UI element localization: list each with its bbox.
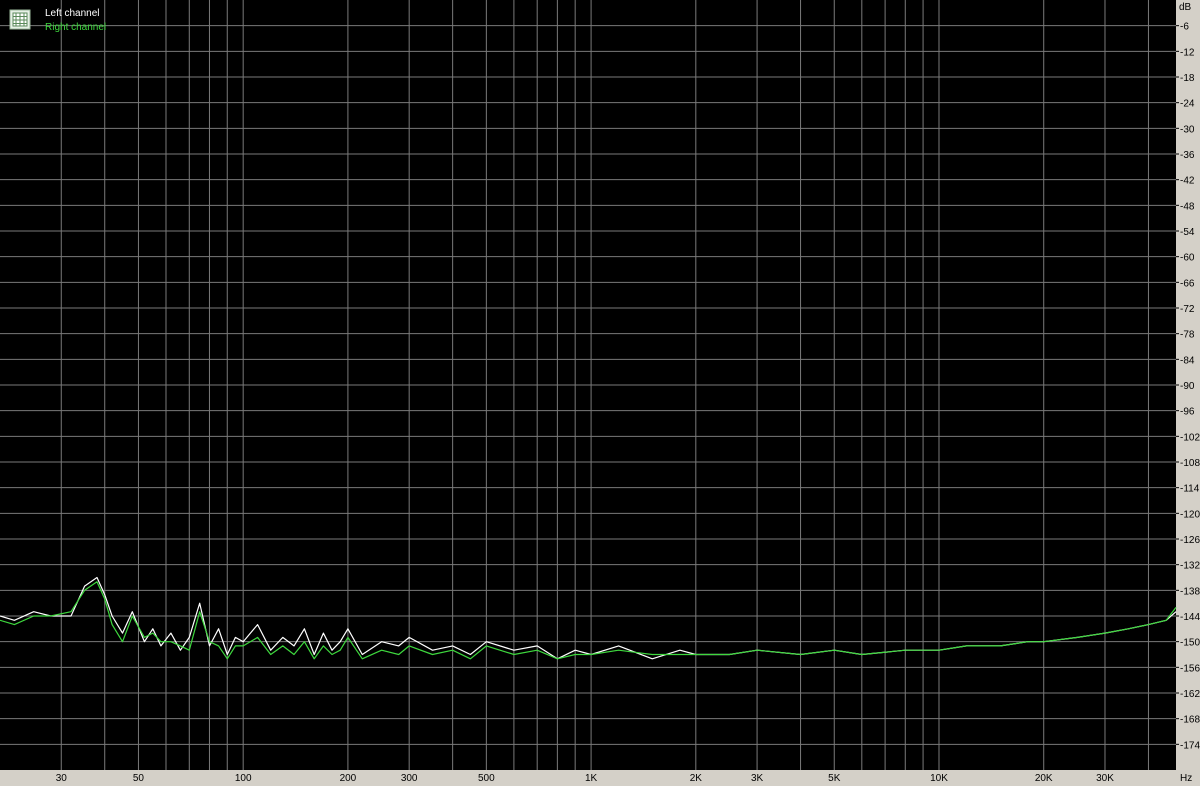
y-tick-label: -84 (1180, 355, 1195, 366)
x-tick-label: 200 (340, 773, 357, 784)
y-tick-label: -54 (1180, 227, 1195, 238)
y-tick-label: -18 (1180, 73, 1195, 84)
x-tick-label: 500 (478, 773, 495, 784)
x-tick-label: 20K (1035, 773, 1053, 784)
y-tick-label: -36 (1180, 150, 1195, 161)
y-tick-label: -102 (1180, 432, 1200, 443)
y-tick-label: -72 (1180, 304, 1195, 315)
y-tick-label: -162 (1180, 689, 1200, 700)
x-tick-label: 5K (828, 773, 841, 784)
y-tick-label: -174 (1180, 740, 1200, 751)
y-tick-label: -114 (1180, 484, 1200, 495)
y-tick-label: -144 (1180, 612, 1200, 623)
legend-icon[interactable] (9, 9, 31, 30)
y-tick-label: -138 (1180, 586, 1200, 597)
y-tick-label: -108 (1180, 458, 1200, 469)
y-tick-label: -156 (1180, 663, 1200, 674)
spectrum-chart: { "chart_data": { "type": "line", "xscal… (0, 0, 1200, 786)
y-tick-label: -132 (1180, 561, 1200, 572)
y-tick-label: -42 (1180, 176, 1195, 187)
y-tick-label: -78 (1180, 330, 1195, 341)
legend-entry-left-channel: Left channel (45, 8, 100, 19)
x-tick-label: 300 (401, 773, 418, 784)
x-tick-label: 10K (930, 773, 948, 784)
y-tick-label: -90 (1180, 381, 1195, 392)
x-tick-label: 100 (235, 773, 252, 784)
x-unit-label: Hz (1180, 773, 1192, 784)
y-tick-label: -150 (1180, 638, 1200, 649)
y-tick-label: -30 (1180, 124, 1195, 135)
x-tick-label: 30K (1096, 773, 1114, 784)
x-tick-label: 50 (133, 773, 145, 784)
y-tick-label: -24 (1180, 99, 1195, 110)
y-unit-label: dB (1179, 2, 1192, 13)
y-tick-label: -60 (1180, 253, 1195, 264)
y-tick-label: -168 (1180, 715, 1200, 726)
y-tick-label: -96 (1180, 407, 1195, 418)
y-tick-label: -48 (1180, 201, 1195, 212)
x-tick-label: 1K (585, 773, 598, 784)
spectrum-plot: -6 -12 -18 -24 -30 -36 -42 -48 -54 -60 -66 -72 -78 -8… (0, 0, 1200, 786)
x-tick-label: 3K (751, 773, 764, 784)
y-tick-label: -120 (1180, 509, 1200, 520)
legend-entry-right-channel: Right channel (45, 22, 106, 33)
y-tick-label: -126 (1180, 535, 1200, 546)
x-tick-label: 2K (690, 773, 703, 784)
y-tick-label: -66 (1180, 278, 1195, 289)
x-tick-label: 30 (56, 773, 68, 784)
y-tick-label: -6 (1180, 22, 1189, 33)
y-tick-label: -12 (1180, 47, 1195, 58)
